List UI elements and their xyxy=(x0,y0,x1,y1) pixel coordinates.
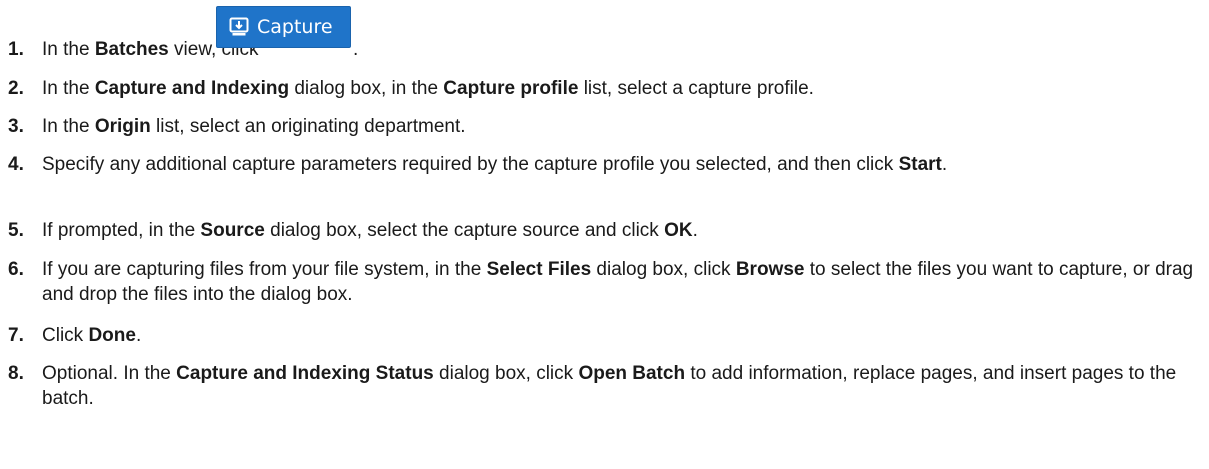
step-text-part: Specify any additional capture parameter… xyxy=(42,154,899,175)
step-text-part: . xyxy=(941,154,948,175)
step-text-part: In the xyxy=(42,116,95,137)
capture-button[interactable]: Capture xyxy=(216,6,351,48)
step-number: 5. xyxy=(8,220,24,241)
step-number: 3. xyxy=(8,116,24,137)
ui-term: Capture and Indexing xyxy=(94,78,290,99)
step-number: 2. xyxy=(8,78,24,99)
step-text: Optional. In the Capture and Indexing St… xyxy=(42,361,1202,411)
ui-term: Open Batch xyxy=(578,363,686,384)
step-number: 6. xyxy=(8,259,24,280)
ui-term: Done xyxy=(88,325,136,346)
step-text-part: In the xyxy=(42,78,95,99)
step-text-part: dialog box, in the xyxy=(289,78,444,99)
step-number: 7. xyxy=(8,325,24,346)
step-text-part: dialog box, click xyxy=(433,363,579,384)
ui-term: OK xyxy=(664,220,693,241)
capture-icon xyxy=(229,17,249,36)
step-text-part: Optional. In the xyxy=(42,363,177,384)
step-text-part: If prompted, in the xyxy=(42,220,201,241)
step-text: In the Capture and Indexing dialog box, … xyxy=(42,76,1202,101)
step-text: If prompted, in the Source dialog box, s… xyxy=(42,218,1202,243)
step-text-part: In the xyxy=(42,39,95,60)
step-text-part: . xyxy=(135,325,142,346)
step-text: Specify any additional capture parameter… xyxy=(42,152,1202,177)
ui-term: Capture and Indexing Status xyxy=(176,363,434,384)
step-text-part: If you are capturing files from your fil… xyxy=(42,259,487,280)
step-text-part: dialog box, click xyxy=(591,259,736,280)
step-text-part: list, select an originating department. xyxy=(150,116,466,137)
ui-term: Origin xyxy=(94,116,151,137)
step-text-part: . xyxy=(692,220,698,241)
ui-term: Source xyxy=(200,220,265,241)
step-text: Click Done. xyxy=(42,323,1202,348)
step-text-part: Click xyxy=(42,325,89,346)
ui-term: Browse xyxy=(735,259,805,280)
step-number: 4. xyxy=(8,154,24,175)
step-text-part: list, select a capture profile. xyxy=(578,78,814,99)
step-text: If you are capturing files from your fil… xyxy=(42,257,1202,307)
step-text-part: dialog box, select the capture source an… xyxy=(264,220,665,241)
step-number: 1. xyxy=(8,39,24,60)
ui-term: Batches xyxy=(94,39,169,60)
step-number: 8. xyxy=(8,363,24,384)
ui-term: Capture profile xyxy=(443,78,579,99)
ui-term: Start xyxy=(898,154,942,175)
ui-term: Select Files xyxy=(486,259,592,280)
step-text: In the Origin list, select an originatin… xyxy=(42,114,1202,139)
capture-button-label: Capture xyxy=(257,16,333,38)
step-1-tail: . xyxy=(353,39,359,60)
